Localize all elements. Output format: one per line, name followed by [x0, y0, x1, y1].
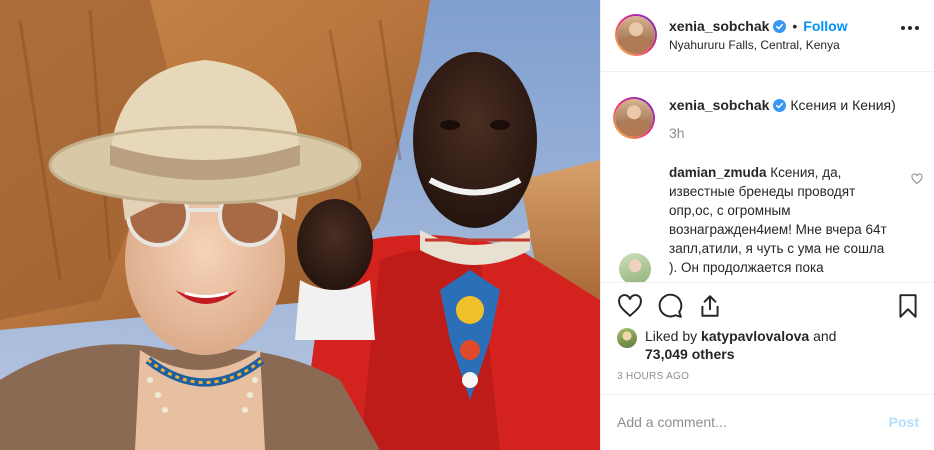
comment-item: damian_zmuda Ксения, да, известные брене… [669, 163, 895, 277]
liker-avatar[interactable] [617, 328, 637, 348]
caption-username[interactable]: xenia_sobchak [669, 95, 769, 115]
comment-like-heart-icon[interactable] [911, 173, 923, 185]
separator-dot: • [792, 18, 798, 34]
verified-badge-icon [773, 98, 787, 112]
add-comment-input[interactable] [617, 409, 867, 435]
comments-section[interactable]: xenia_sobchak Ксения и Кения) 3h damian_… [601, 73, 934, 282]
photo-illustration [0, 0, 600, 450]
likes-others-link[interactable]: 73,049 others [645, 346, 735, 362]
post-timestamp[interactable]: 3 HOURS AGO [617, 371, 689, 382]
post-comment-button[interactable]: Post [889, 414, 919, 430]
more-options-icon[interactable] [901, 26, 919, 32]
follow-button[interactable]: Follow [803, 18, 847, 34]
comment-icon[interactable] [657, 293, 683, 319]
bookmark-icon[interactable] [895, 293, 921, 319]
post-details-panel: xenia_sobchak • Follow Nyahururu Falls, … [600, 0, 934, 450]
comment-username[interactable]: damian_zmuda [669, 165, 767, 180]
add-comment-bar: Post [601, 394, 934, 450]
caption-time[interactable]: 3h [669, 125, 685, 141]
likes-and: and [813, 328, 837, 344]
header-username[interactable]: xenia_sobchak [669, 18, 769, 34]
post-photo[interactable] [0, 0, 600, 450]
instagram-post: xenia_sobchak • Follow Nyahururu Falls, … [0, 0, 934, 450]
post-header: xenia_sobchak • Follow Nyahururu Falls, … [601, 0, 934, 72]
comment-text: Ксения, да, известные бренеды проводят о… [669, 165, 887, 275]
caption-avatar[interactable] [613, 97, 655, 139]
profile-avatar[interactable] [615, 14, 657, 56]
share-icon[interactable] [697, 293, 723, 319]
verified-badge-icon [773, 19, 787, 33]
liker-username[interactable]: katypavlovalova [701, 328, 809, 344]
likes-prefix: Liked by [645, 328, 698, 344]
commenter-avatar[interactable] [619, 253, 651, 282]
heart-icon[interactable] [617, 293, 643, 319]
caption-text: Ксения и Кения) [790, 97, 896, 113]
header-user-row: xenia_sobchak • Follow [669, 18, 848, 34]
likes-text: Liked by katypavlovalova and 73,049 othe… [645, 327, 925, 363]
action-bar [601, 282, 934, 330]
location-link[interactable]: Nyahururu Falls, Central, Kenya [669, 38, 840, 52]
caption: xenia_sobchak Ксения и Кения) [669, 95, 919, 115]
